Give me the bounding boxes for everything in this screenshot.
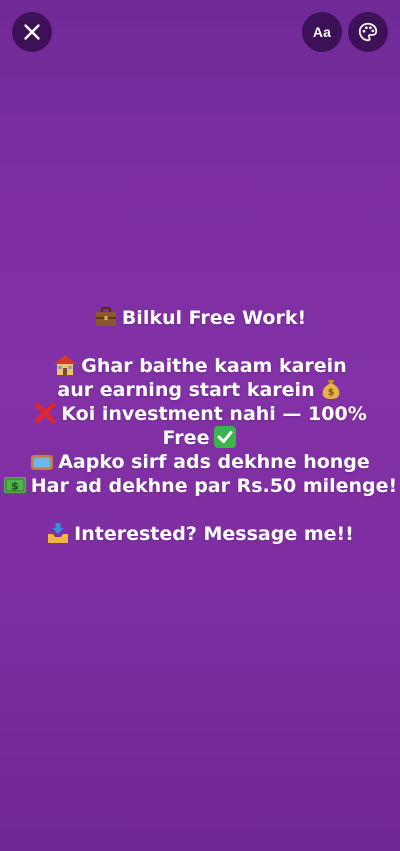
text-line-8-label: Interested? Message me!!	[74, 523, 354, 545]
story-editor-toolbar: Aa	[12, 12, 388, 52]
svg-text:$: $	[11, 480, 19, 493]
text-line-1-label: Bilkul Free Work!	[121, 307, 307, 329]
story-text-overlay[interactable]: Bilkul Free Work! Ghar baithe kaam karei…	[0, 306, 400, 546]
text-style-button[interactable]: Aa	[302, 12, 342, 52]
text-line-6: Aapko sirf ads dekhne honge	[0, 450, 400, 474]
text-style-label: Aa	[312, 24, 332, 40]
palette-icon	[358, 22, 378, 42]
text-line-1: Bilkul Free Work!	[0, 306, 400, 330]
text-line-2: Ghar baithe kaam karein	[0, 354, 400, 378]
briefcase-icon	[95, 307, 116, 326]
color-palette-button[interactable]	[348, 12, 388, 52]
cross-mark-icon	[35, 402, 56, 424]
inbox-tray-icon	[48, 523, 69, 543]
money-bag-icon: $	[322, 380, 339, 399]
text-line-7: $ Har ad dekhne par Rs.50 milenge!	[0, 474, 400, 498]
text-line-5: Free	[0, 426, 400, 450]
text-line-7-label: Har ad dekhne par Rs.50 milenge!	[30, 475, 398, 497]
check-mark-icon	[214, 426, 237, 448]
television-icon	[31, 450, 54, 470]
text-line-3: aur earning start karein $	[0, 378, 400, 402]
text-line-3-label: aur earning start karein	[57, 379, 315, 401]
dollar-banknote-icon: $	[3, 477, 26, 493]
text-line-5-label: Free	[162, 427, 210, 449]
text-line-8: Interested? Message me!!	[0, 522, 400, 546]
svg-text:$: $	[327, 388, 333, 398]
close-button[interactable]	[12, 12, 52, 52]
text-line-4-label: Koi investment nahi — 100%	[61, 403, 367, 425]
house-icon	[54, 355, 77, 375]
text-line-6-label: Aapko sirf ads dekhne honge	[58, 451, 370, 473]
text-line-2-label: Ghar baithe kaam karein	[81, 355, 347, 377]
text-line-4: Koi investment nahi — 100%	[0, 402, 400, 426]
close-icon	[24, 24, 40, 40]
